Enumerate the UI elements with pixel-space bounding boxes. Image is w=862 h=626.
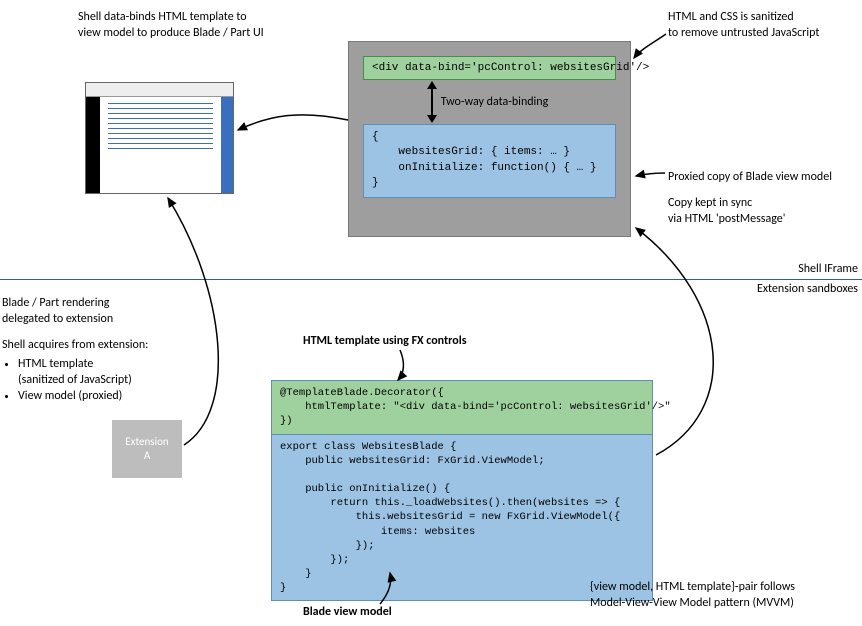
caption-acquires-intro: Shell acquires from extension:: [2, 338, 222, 354]
view-model-snippet: { websitesGrid: { items: … } onInitializ…: [363, 124, 616, 198]
mini-ui-preview: [85, 82, 234, 194]
caption-delegated: Blade / Part rendering delegated to exte…: [2, 296, 202, 327]
two-way-arrow-icon: [431, 87, 433, 117]
caption-sanitize: HTML and CSS is sanitized to remove untr…: [668, 10, 858, 41]
caption-mvvm: {view model, HTML template}-pair follows…: [590, 580, 862, 611]
bullet-html-template: HTML template (sanitized of JavaScript): [18, 356, 222, 388]
caption-proxied: Proxied copy of Blade view model: [668, 170, 862, 186]
divider-line: [0, 279, 862, 280]
html-template-snippet: <div data-bind='pcControl: websitesGrid'…: [363, 56, 616, 80]
code-block-blade: @TemplateBlade.Decorator({ htmlTemplate:…: [271, 380, 653, 601]
two-way-label: Two-way data-binding: [441, 95, 549, 109]
label-blade-view-model: Blade view model: [303, 605, 392, 621]
caption-sync: Copy kept in sync via HTML 'postMessage': [668, 196, 862, 227]
shell-iframe-frame: <div data-bind='pcControl: websitesGrid'…: [348, 41, 631, 237]
code-class: export class WebsitesBlade { public webs…: [272, 435, 652, 601]
heading-fx-template: HTML template using FX controls: [303, 334, 553, 350]
label-extension-sandboxes: Extension sandboxes: [757, 282, 858, 298]
code-decorator: @TemplateBlade.Decorator({ htmlTemplate:…: [272, 381, 652, 435]
bullet-view-model: View model (proxied): [18, 388, 222, 404]
extension-a-box: Extension A: [112, 420, 182, 478]
label-shell-iframe: Shell IFrame: [798, 262, 858, 278]
caption-shell-binds: Shell data-binds HTML template to view m…: [78, 10, 328, 41]
caption-acquires: Shell acquires from extension: HTML temp…: [2, 338, 222, 404]
